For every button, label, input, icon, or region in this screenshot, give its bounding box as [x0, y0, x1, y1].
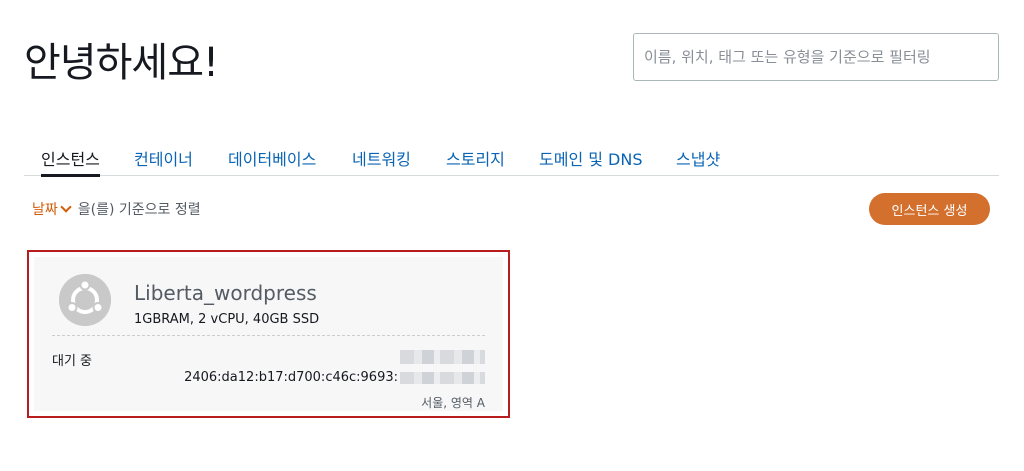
instance-region: 서울, 영역 A	[421, 396, 485, 410]
sort-field-label: 날짜	[32, 202, 58, 218]
card-divider	[52, 335, 485, 336]
tab-domains-dns[interactable]: 도메인 및 DNS	[539, 146, 643, 170]
ipv6-address: 2406:da12:b17:d700:c46c:9693:	[184, 370, 485, 385]
tab-instances[interactable]: 인스턴스	[41, 146, 100, 177]
instance-name[interactable]: Liberta_wordpress	[134, 281, 317, 305]
chevron-down-icon	[60, 201, 72, 213]
create-instance-button[interactable]: 인스턴스 생성	[869, 193, 990, 225]
instance-card-body: Liberta_wordpress 1GBRAM, 2 vCPU, 40GB S…	[34, 257, 503, 411]
search-field[interactable]	[633, 33, 999, 81]
ipv6-redacted	[400, 371, 485, 384]
tab-storage[interactable]: 스토리지	[446, 146, 505, 170]
tab-databases[interactable]: 데이터베이스	[228, 146, 316, 170]
tab-bar: 인스턴스 컨테이너 데이터베이스 네트워킹 스토리지 도메인 및 DNS 스냅샷	[24, 142, 999, 177]
instance-spec: 1GBRAM, 2 vCPU, 40GB SSD	[134, 312, 320, 327]
ubuntu-icon	[59, 274, 111, 326]
instance-status: 대기 중	[52, 354, 93, 369]
tab-containers[interactable]: 컨테이너	[134, 146, 193, 170]
page-title: 안녕하세요!	[24, 40, 219, 86]
sort-suffix: 을(를) 기준으로 정렬	[77, 202, 201, 218]
sort-control: 날짜 을(를) 기준으로 정렬	[32, 199, 201, 219]
ipv6-prefix: 2406:da12:b17:d700:c46c:9693:	[184, 370, 398, 385]
tab-snapshots[interactable]: 스냅샷	[676, 146, 720, 170]
instance-card[interactable]: Liberta_wordpress 1GBRAM, 2 vCPU, 40GB S…	[27, 250, 510, 418]
sort-dropdown[interactable]: 날짜	[32, 199, 74, 219]
tab-networking[interactable]: 네트워킹	[352, 146, 411, 170]
public-ip-redacted	[400, 350, 485, 364]
search-input[interactable]	[634, 34, 998, 80]
